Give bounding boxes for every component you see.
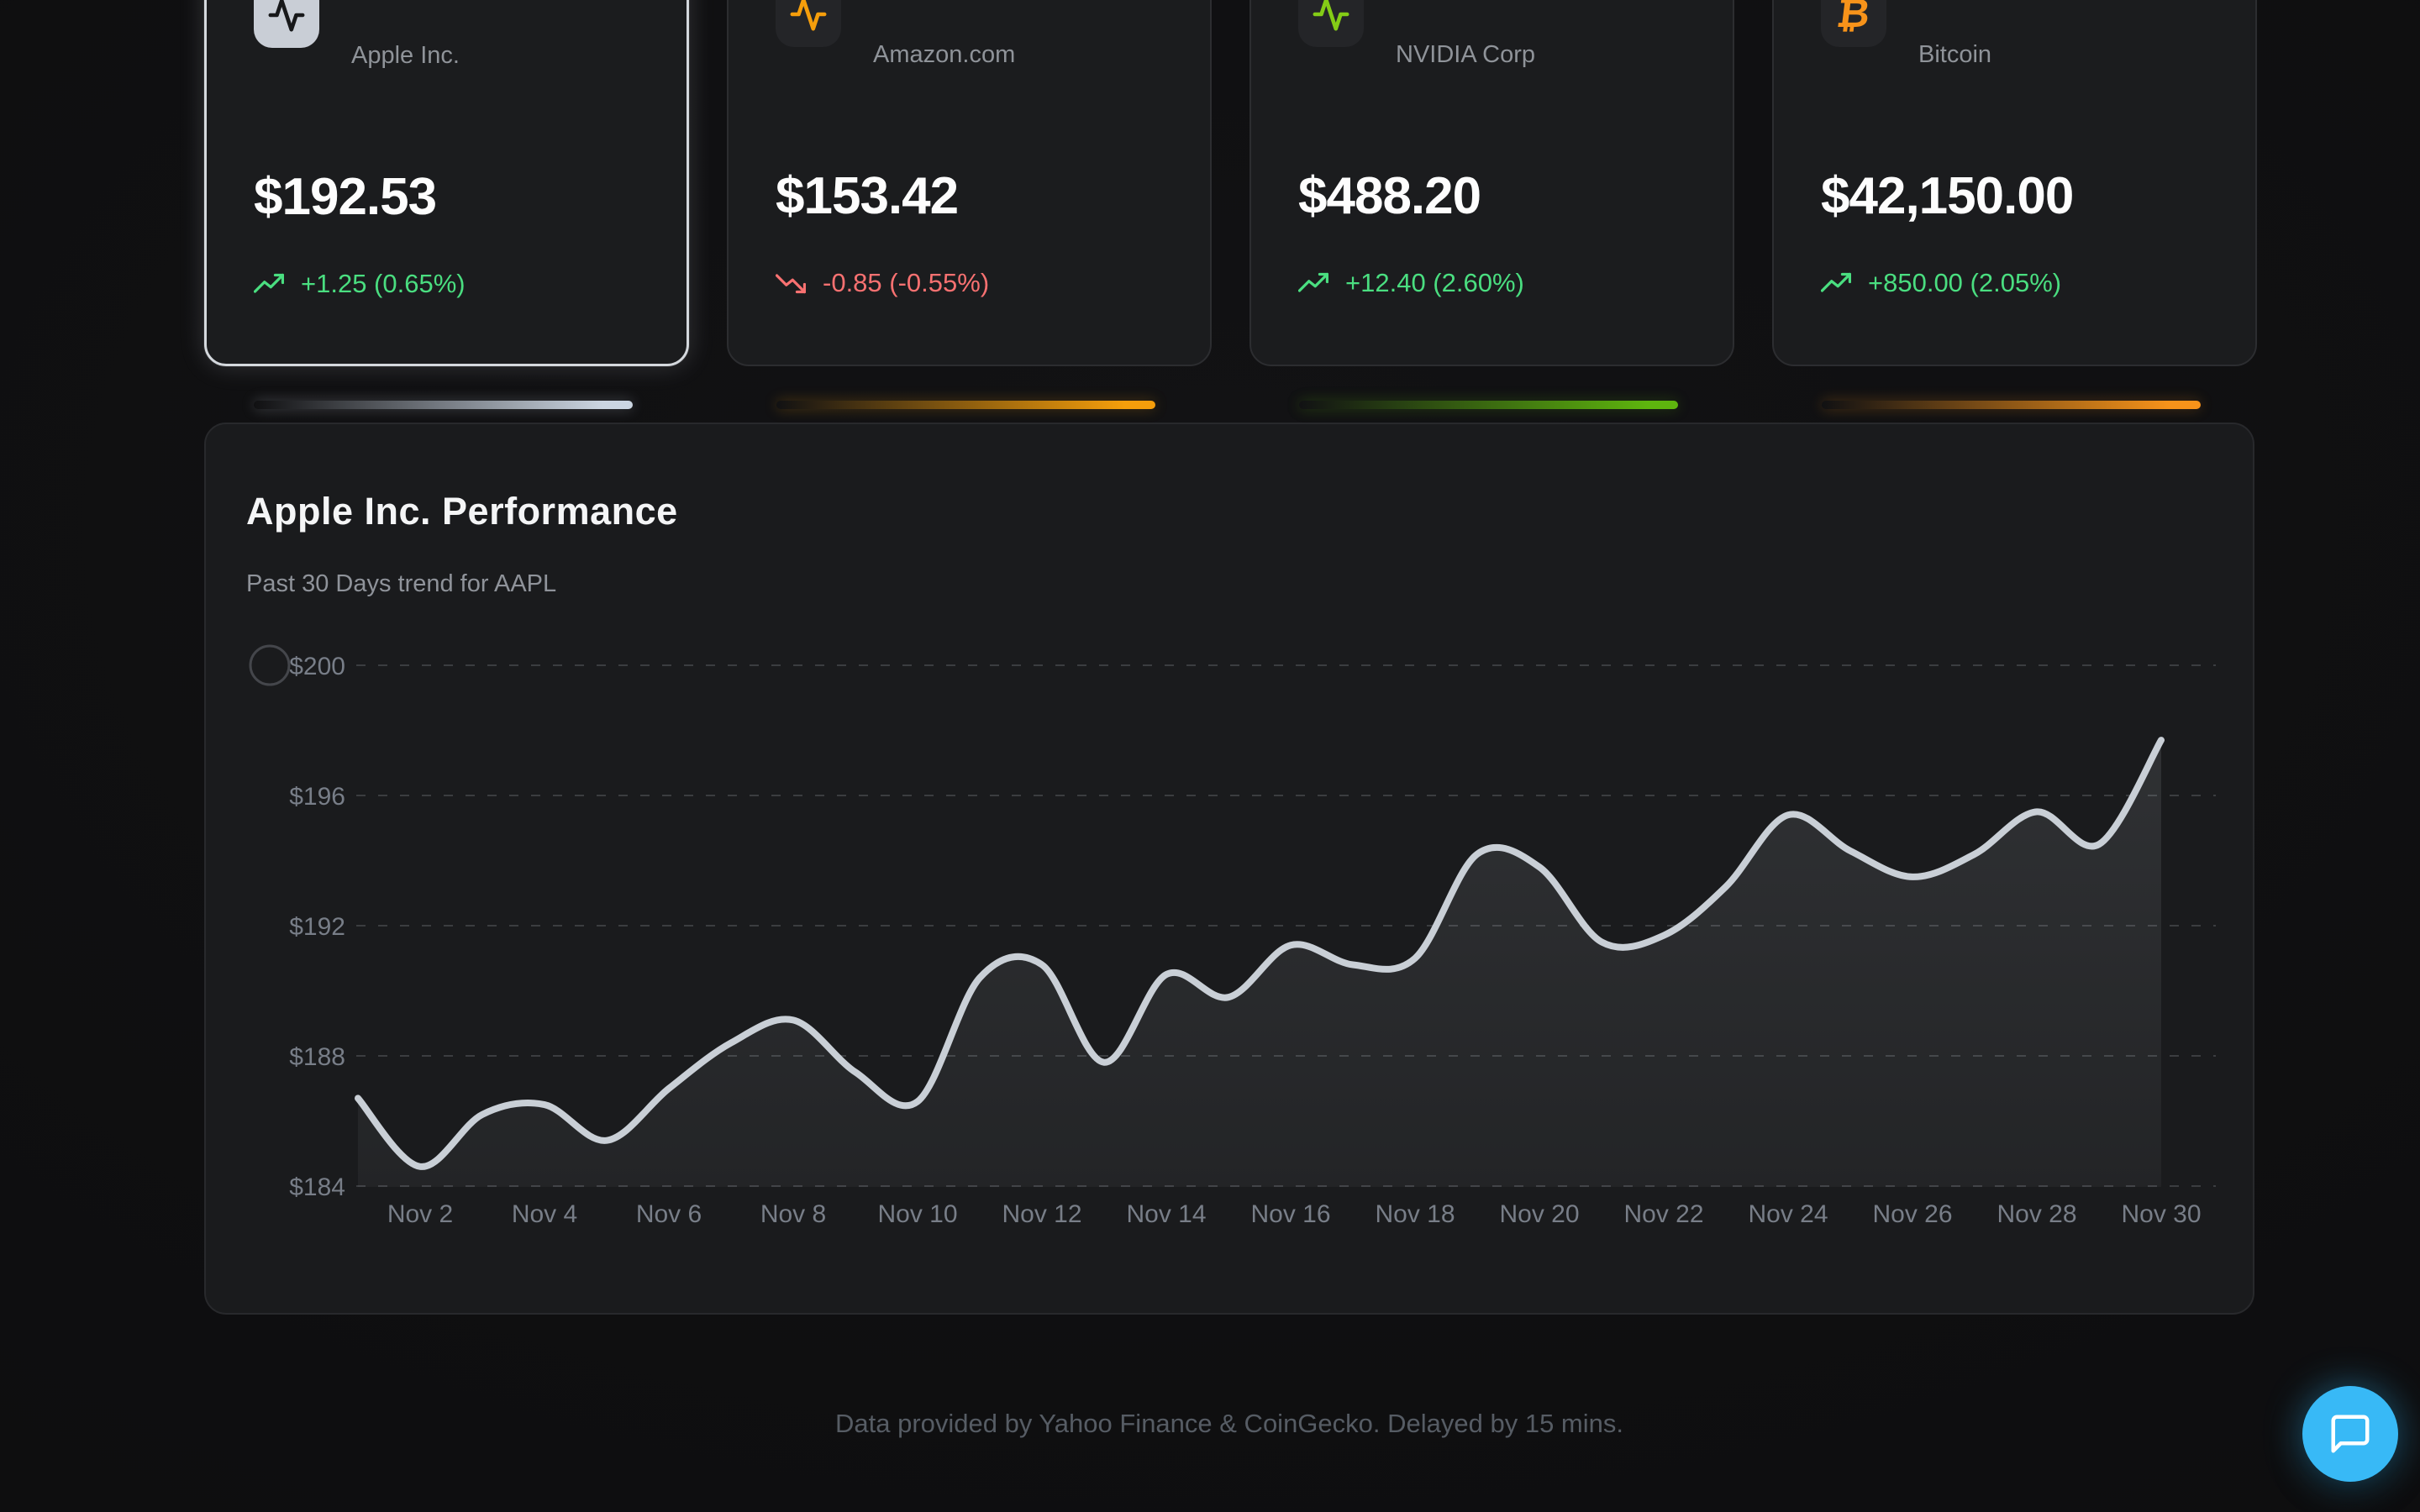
change-label: -0.85 (-0.55%): [823, 268, 989, 298]
svg-text:Nov 20: Nov 20: [1499, 1200, 1579, 1228]
stock-card-nvidia[interactable]: NVIDIA Corp $488.20 +12.40 (2.60%): [1249, 0, 1734, 366]
svg-text:Nov 30: Nov 30: [2121, 1200, 2201, 1228]
price-change: +850.00 (2.05%): [1821, 268, 2208, 298]
performance-chart-card: Apple Inc. Performance Past 30 Days tren…: [204, 423, 2254, 1315]
svg-text:$200: $200: [289, 653, 345, 680]
svg-text:Nov 22: Nov 22: [1623, 1200, 1703, 1228]
chart-title: Apple Inc. Performance: [246, 490, 2212, 533]
asset-name: Apple Inc.: [351, 42, 460, 70]
svg-text:Nov 12: Nov 12: [1002, 1200, 1081, 1228]
asset-name: NVIDIA Corp: [1396, 41, 1535, 69]
asset-price: $192.53: [254, 167, 639, 227]
activity-icon: [1298, 0, 1364, 47]
svg-text:$192: $192: [289, 913, 345, 941]
price-change: -0.85 (-0.55%): [776, 268, 1163, 298]
asset-price: $153.42: [776, 166, 1163, 226]
svg-text:Nov 2: Nov 2: [387, 1200, 453, 1228]
activity-icon: [254, 0, 319, 48]
change-label: +12.40 (2.60%): [1345, 268, 1524, 298]
chat-fab-button[interactable]: [2302, 1386, 2398, 1482]
asset-name: Amazon.com: [873, 41, 1015, 69]
asset-price: $42,150.00: [1821, 166, 2208, 226]
price-change: +1.25 (0.65%): [254, 269, 639, 299]
card-header: Amazon.com: [776, 0, 1163, 47]
trend-down-icon: [776, 268, 806, 298]
svg-text:$188: $188: [289, 1043, 345, 1071]
change-label: +1.25 (0.65%): [301, 269, 466, 299]
accent-bar-amazon: [776, 401, 1155, 409]
stock-card-bitcoin[interactable]: ₿ Bitcoin $42,150.00 +850.00 (2.05%): [1772, 0, 2257, 366]
price-change: +12.40 (2.60%): [1298, 268, 1686, 298]
card-header: NVIDIA Corp: [1298, 0, 1686, 47]
accent-bar-nvidia: [1299, 401, 1678, 409]
card-header: ₿ Bitcoin: [1821, 0, 2208, 47]
accent-bars-row: [204, 401, 2254, 409]
svg-text:Nov 26: Nov 26: [1872, 1200, 1952, 1228]
accent-bar-apple: [254, 401, 633, 409]
svg-text:Nov 18: Nov 18: [1375, 1200, 1455, 1228]
activity-icon: [776, 0, 841, 47]
line-chart[interactable]: $200 $196 $192 $188 $184 Nov 2 Nov 4 Nov 6 Nov 8…: [246, 615, 2212, 1253]
dashboard-page: Apple Inc. $192.53 +1.25 (0.65%) Amazon.…: [204, 0, 2254, 1439]
svg-text:Nov 14: Nov 14: [1126, 1200, 1206, 1228]
bitcoin-icon: ₿: [1821, 0, 1886, 47]
svg-text:Nov 28: Nov 28: [1996, 1200, 2076, 1228]
loading-ring: [250, 646, 289, 685]
asset-price: $488.20: [1298, 166, 1686, 226]
trend-up-icon: [254, 269, 284, 299]
svg-text:$184: $184: [289, 1173, 345, 1201]
card-header: Apple Inc.: [254, 0, 639, 48]
svg-text:Nov 24: Nov 24: [1748, 1200, 1828, 1228]
svg-text:Nov 8: Nov 8: [760, 1200, 826, 1228]
chat-bubble-icon: [2328, 1411, 2373, 1457]
data-attribution: Data provided by Yahoo Finance & CoinGec…: [204, 1409, 2254, 1439]
svg-text:Nov 6: Nov 6: [636, 1200, 702, 1228]
svg-text:Nov 16: Nov 16: [1250, 1200, 1330, 1228]
svg-text:Nov 4: Nov 4: [512, 1200, 577, 1228]
chart-subtitle: Past 30 Days trend for AAPL: [246, 570, 2212, 598]
trend-up-icon: [1821, 268, 1851, 298]
svg-text:$196: $196: [289, 783, 345, 811]
chart-canvas[interactable]: $200 $196 $192 $188 $184 Nov 2 Nov 4 Nov 6 Nov 8…: [246, 615, 2216, 1253]
stock-card-amazon[interactable]: Amazon.com $153.42 -0.85 (-0.55%): [727, 0, 1212, 366]
asset-name: Bitcoin: [1918, 41, 1991, 69]
svg-text:Nov 10: Nov 10: [877, 1200, 957, 1228]
change-label: +850.00 (2.05%): [1868, 268, 2061, 298]
trend-up-icon: [1298, 268, 1328, 298]
stock-cards-row: Apple Inc. $192.53 +1.25 (0.65%) Amazon.…: [204, 0, 2254, 366]
accent-bar-bitcoin: [1822, 401, 2201, 409]
stock-card-apple[interactable]: Apple Inc. $192.53 +1.25 (0.65%): [204, 0, 689, 366]
